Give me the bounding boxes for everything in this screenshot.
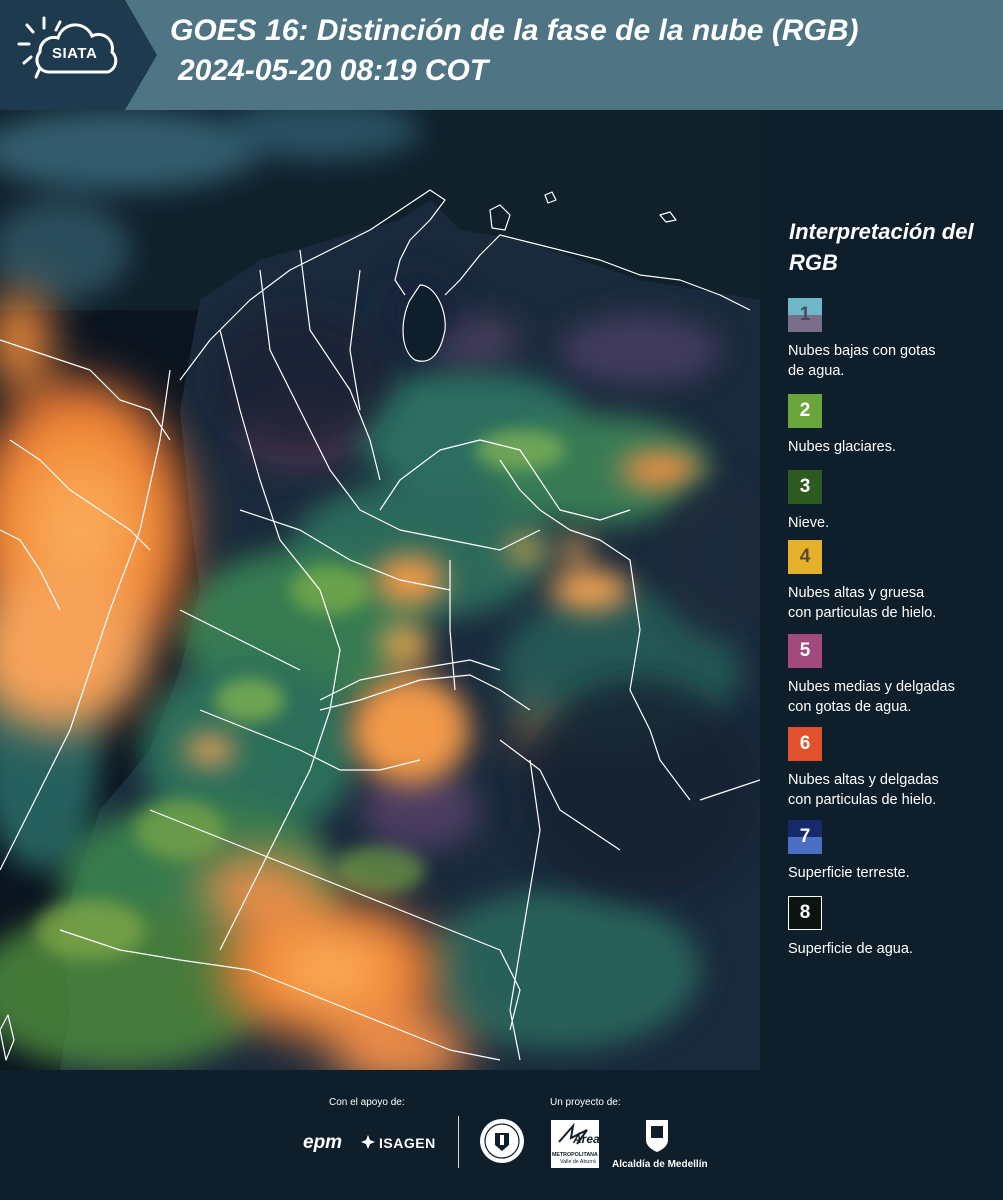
legend-swatch-4: 4 <box>788 540 822 574</box>
page-timestamp: 2024-05-20 08:19 COT <box>178 54 489 87</box>
legend-item-4: 4 Nubes altas y gruesa con particulas de… <box>788 540 998 623</box>
legend-item-3: 3 Nieve. <box>788 470 998 533</box>
legend-number-7: 7 <box>799 826 811 847</box>
project-caption: Un proyecto de: <box>550 1097 621 1108</box>
area-logo-text: Área <box>573 1132 600 1146</box>
legend-number-1: 1 <box>799 304 811 325</box>
footer: Con el apoyo de: Un proyecto de: epm ISA… <box>0 1070 1003 1200</box>
legend-title: Interpretación del RGB <box>789 219 974 275</box>
page-title: GOES 16: Distinción de la fase de la nub… <box>170 14 859 47</box>
support-caption: Con el apoyo de: <box>329 1097 405 1108</box>
legend-number-6: 6 <box>799 733 811 754</box>
epm-logo: epm <box>303 1132 343 1153</box>
legend-number-4: 4 <box>799 546 811 567</box>
legend-swatch-3: 3 <box>788 470 822 504</box>
footer-divider <box>458 1116 459 1168</box>
legend-number-3: 3 <box>799 476 811 497</box>
legend-label-2: Nubes glaciares. <box>788 439 896 455</box>
legend-item-8: 8 Superficie de agua. <box>788 896 998 959</box>
legend-swatch-5: 5 <box>788 634 822 668</box>
header-bar: SIATA GOES 16: Distinción de la fase de … <box>0 0 1003 110</box>
legend-swatch-2: 2 <box>788 394 822 428</box>
alcaldia-shield-icon <box>646 1120 668 1152</box>
legend-swatch-6: 6 <box>788 727 822 761</box>
legend-label-7: Superficie terreste. <box>788 865 910 881</box>
legend-number-8: 8 <box>799 902 811 923</box>
legend-item-6: 6 Nubes altas y delgadas con particulas … <box>788 727 998 810</box>
alcaldia-logo-text: Alcaldía de Medellín <box>612 1159 708 1170</box>
satellite-map <box>0 110 760 1070</box>
legend-item-1: 1 Nubes bajas con gotas de agua. <box>788 298 998 381</box>
legend-swatch-8: 8 <box>788 896 822 930</box>
isagen-icon <box>361 1135 375 1149</box>
area-metropolitana-logo: Área METROPOLITANA Valle de Aburrá <box>551 1120 600 1168</box>
legend-label-3: Nieve. <box>788 515 830 531</box>
area-logo-sub1: METROPOLITANA <box>552 1152 598 1158</box>
area-logo-sub2: Valle de Aburrá <box>560 1159 596 1165</box>
legend-label-1: Nubes bajas con gotas de agua. <box>788 343 936 379</box>
legend-number-2: 2 <box>799 400 811 421</box>
legend-label-6: Nubes altas y delgadas con particulas de… <box>788 772 939 808</box>
legend-panel: Interpretación del RGB 1 Nubes bajas con… <box>760 110 1003 1070</box>
legend-label-4: Nubes altas y gruesa con particulas de h… <box>788 585 937 621</box>
logo-text: SIATA <box>52 45 98 62</box>
legend-number-5: 5 <box>799 640 811 661</box>
legend-swatch-1: 1 <box>788 298 822 332</box>
unal-seal-icon <box>480 1119 524 1163</box>
isagen-logo: ISAGEN <box>379 1135 436 1151</box>
legend-item-2: 2 Nubes glaciares. <box>788 394 998 457</box>
satellite-image <box>0 110 760 1070</box>
legend-swatch-7: 7 <box>788 820 822 854</box>
legend-label-5: Nubes medias y delgadas con gotas de agu… <box>788 679 955 715</box>
legend-item-5: 5 Nubes medias y delgadas con gotas de a… <box>788 634 998 717</box>
siata-logo: SIATA <box>0 0 160 110</box>
legend-item-7: 7 Superficie terreste. <box>788 820 998 883</box>
legend-label-8: Superficie de agua. <box>788 941 913 957</box>
